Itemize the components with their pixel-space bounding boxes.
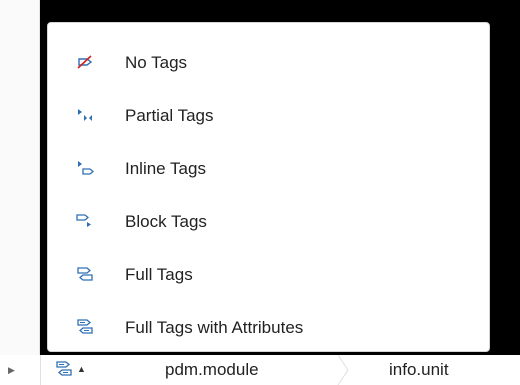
menu-item-full-tags[interactable]: Full Tags — [48, 256, 489, 292]
breadcrumb-item[interactable]: pdm.module — [165, 360, 259, 384]
menu-item-label: Full Tags with Attributes — [125, 318, 304, 337]
breadcrumb-item[interactable]: info.unit — [389, 360, 449, 384]
no-tags-icon — [77, 55, 93, 69]
status-bar: ▶ ▲ pdm.module info.unit — [0, 355, 520, 385]
menu-item-full-tags-with-attributes[interactable]: Full Tags with Attributes — [48, 309, 489, 345]
expand-arrow-icon[interactable]: ▶ — [8, 363, 18, 377]
tags-display-menu: No Tags Partial Tags Inline Tags Block T… — [47, 22, 490, 352]
menu-item-partial-tags[interactable]: Partial Tags — [48, 97, 489, 133]
full-tags-icon — [77, 267, 93, 281]
status-divider — [40, 355, 41, 385]
left-gutter — [0, 0, 40, 385]
inline-tags-icon — [78, 161, 94, 175]
tag-view-button[interactable]: ▲ — [44, 357, 112, 381]
caret-up-icon: ▲ — [77, 364, 86, 374]
menu-item-inline-tags[interactable]: Inline Tags — [48, 150, 489, 186]
menu-item-label: Partial Tags — [125, 106, 214, 125]
block-tags-icon — [76, 214, 91, 227]
menu-item-block-tags[interactable]: Block Tags — [48, 203, 489, 239]
menu-item-label: Inline Tags — [125, 159, 206, 178]
full-tags-attributes-icon — [56, 361, 72, 376]
menu-item-label: Block Tags — [125, 212, 207, 231]
full-tags-attributes-icon — [77, 319, 93, 334]
menu-item-label: No Tags — [125, 53, 188, 72]
breadcrumb-separator-icon — [337, 355, 349, 385]
menu-item-label: Full Tags — [125, 265, 193, 284]
menu-item-no-tags[interactable]: No Tags — [48, 44, 489, 80]
partial-tags-icon — [78, 109, 92, 121]
